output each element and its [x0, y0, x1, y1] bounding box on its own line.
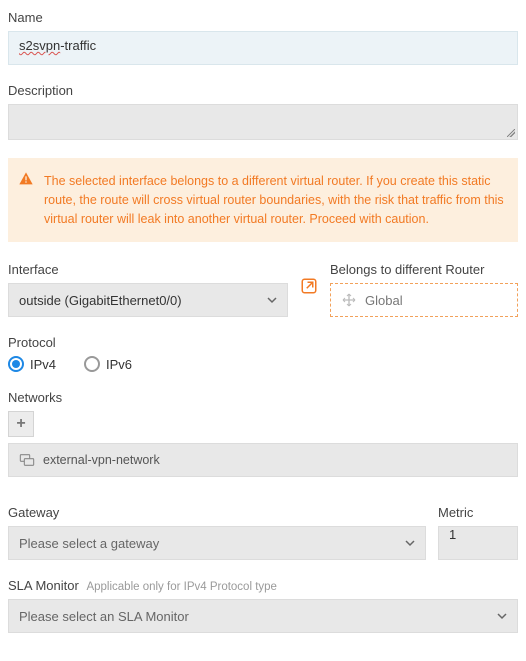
- sla-hint: Applicable only for IPv4 Protocol type: [86, 581, 277, 593]
- radio-unchecked-icon: [84, 356, 100, 372]
- warning-text: The selected interface belongs to a diff…: [44, 174, 504, 226]
- protocol-ipv4-radio[interactable]: IPv4: [8, 356, 56, 372]
- networks-label: Networks: [8, 390, 518, 405]
- name-input-suffix: -traffic: [60, 38, 96, 53]
- metric-value: 1: [449, 527, 456, 542]
- sla-label: SLA Monitor Applicable only for IPv4 Pro…: [8, 578, 518, 593]
- belongs-router-box: Global: [330, 283, 518, 317]
- protocol-ipv6-radio[interactable]: IPv6: [84, 356, 132, 372]
- chevron-down-icon: [497, 611, 507, 621]
- description-textarea[interactable]: [8, 104, 518, 140]
- interface-value: outside (GigabitEthernet0/0): [19, 293, 182, 308]
- sla-label-text: SLA Monitor: [8, 578, 79, 593]
- protocol-ipv6-label: IPv6: [106, 357, 132, 372]
- gateway-label: Gateway: [8, 505, 426, 520]
- external-link-icon[interactable]: [300, 277, 318, 295]
- belongs-value: Global: [365, 293, 403, 308]
- metric-label: Metric: [438, 505, 518, 520]
- radio-checked-icon: [8, 356, 24, 372]
- protocol-ipv4-label: IPv4: [30, 357, 56, 372]
- name-input[interactable]: s2svpn-traffic: [8, 31, 518, 65]
- gateway-placeholder: Please select a gateway: [19, 536, 159, 551]
- interface-select[interactable]: outside (GigabitEthernet0/0): [8, 283, 288, 317]
- add-network-button[interactable]: +: [8, 411, 34, 437]
- warning-alert: The selected interface belongs to a diff…: [8, 158, 518, 242]
- network-item[interactable]: external-vpn-network: [8, 443, 518, 477]
- interface-label: Interface: [8, 262, 288, 277]
- chevron-down-icon: [405, 538, 415, 548]
- protocol-label: Protocol: [8, 335, 518, 350]
- network-item-label: external-vpn-network: [43, 453, 160, 467]
- sla-placeholder: Please select an SLA Monitor: [19, 609, 189, 624]
- router-arrows-icon: [341, 292, 357, 308]
- gateway-select[interactable]: Please select a gateway: [8, 526, 426, 560]
- name-label: Name: [8, 10, 518, 25]
- metric-input[interactable]: 1: [438, 526, 518, 560]
- description-label: Description: [8, 83, 518, 98]
- sla-select[interactable]: Please select an SLA Monitor: [8, 599, 518, 633]
- belongs-label: Belongs to different Router: [330, 262, 518, 277]
- warning-triangle-icon: [18, 171, 34, 187]
- network-icon: [19, 453, 35, 467]
- name-input-prefix: s2svpn: [19, 38, 60, 53]
- chevron-down-icon: [267, 295, 277, 305]
